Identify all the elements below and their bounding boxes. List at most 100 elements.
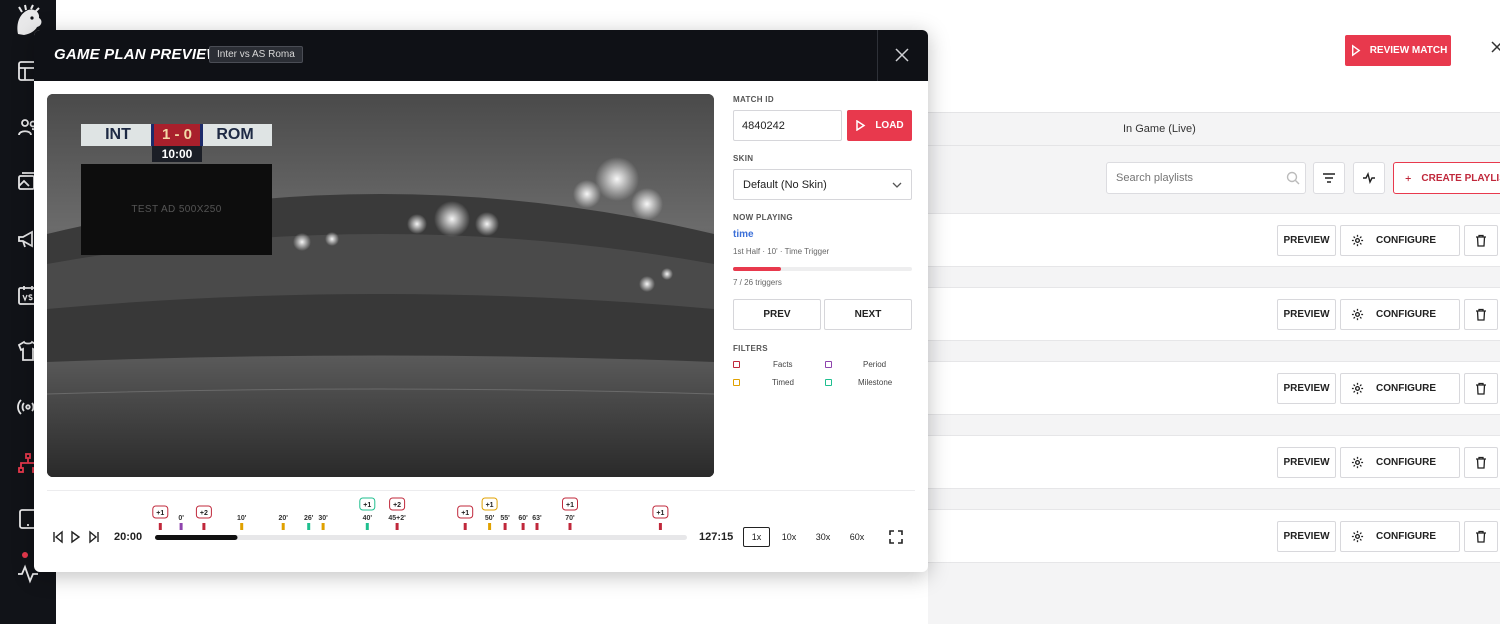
preview-button[interactable]: PREVIEW [1277, 299, 1336, 330]
modal-header: GAME PLAN PREVIEW Inter vs AS Roma [34, 30, 928, 81]
game-plan-preview-modal: GAME PLAN PREVIEW Inter vs AS Roma INT R… [34, 30, 928, 572]
trash-icon [1476, 234, 1486, 247]
configure-button[interactable]: CONFIGURE [1340, 521, 1460, 552]
preview-button[interactable]: PREVIEW [1277, 373, 1336, 404]
filter-milestone-label: Milestone [858, 378, 893, 387]
marker-minute-label: 60' [518, 515, 528, 522]
stadium-image [47, 94, 714, 477]
filters-label: FILTERS [733, 344, 768, 353]
timeline-marker[interactable] [365, 523, 369, 530]
skin-value: Default (No Skin) [743, 178, 827, 191]
delete-button[interactable] [1464, 299, 1498, 330]
timeline-marker[interactable] [179, 523, 183, 530]
filter-period-label: Period [863, 360, 887, 369]
review-match-label: REVIEW MATCH [1369, 45, 1448, 56]
notification-dot [22, 552, 28, 558]
speed-10x-button[interactable]: 10x [774, 527, 804, 547]
marker-minute-label: 63' [532, 515, 542, 522]
next-button[interactable]: NEXT [824, 299, 912, 330]
timeline-marker[interactable] [535, 523, 539, 530]
match-id-label: MATCH ID [733, 95, 774, 104]
score: 1 - 0 [151, 124, 203, 146]
configure-label: CONFIGURE [1376, 309, 1436, 320]
tab-in-game-live[interactable]: In Game (Live) [1123, 123, 1196, 135]
configure-label: CONFIGURE [1376, 383, 1436, 394]
delete-button[interactable] [1464, 447, 1498, 478]
create-playlist-button[interactable]: CREATE PLAYLIST [1393, 162, 1500, 194]
filter-timed-label: Timed [772, 378, 794, 387]
now-playing-name: time [733, 229, 754, 240]
marker-badge-count: +1 [486, 502, 494, 509]
load-button[interactable]: LOAD [847, 110, 912, 141]
match-badge: Inter vs AS Roma [209, 46, 303, 63]
speed-60x-button[interactable]: 60x [842, 527, 872, 547]
marker-badge-count: +1 [156, 510, 164, 517]
prev-button[interactable]: PREV [733, 299, 821, 330]
marker-minute-label: 55' [500, 515, 510, 522]
timeline-marker[interactable] [321, 523, 325, 530]
now-playing-meta: 1st Half · 10' · Time Trigger [733, 247, 830, 256]
skin-label: SKIN [733, 154, 754, 163]
timeline-marker[interactable] [395, 523, 399, 530]
gear-icon [1351, 382, 1364, 395]
delete-button[interactable] [1464, 373, 1498, 404]
timeline-marker[interactable] [307, 523, 311, 530]
marker-minute-label: 70' [565, 515, 575, 522]
gear-icon [1351, 456, 1364, 469]
timeline-marker[interactable] [658, 523, 662, 530]
filter-button[interactable] [1313, 162, 1345, 194]
video-preview[interactable]: INT ROM 1 - 0 10:00 TEST AD 500X250 [47, 94, 714, 477]
trigger-count: 7 / 26 triggers [733, 278, 782, 287]
chevron-down-icon [892, 182, 902, 188]
search-icon [1286, 171, 1300, 185]
trigger-progress-bar [733, 267, 912, 271]
now-playing-label: NOW PLAYING [733, 213, 793, 222]
timeline-marker[interactable] [202, 523, 206, 530]
preview-button[interactable]: PREVIEW [1277, 521, 1336, 552]
page-close-icon[interactable] [1490, 40, 1500, 54]
activity-button[interactable] [1353, 162, 1385, 194]
marker-minute-label: 30' [318, 515, 328, 522]
timeline-marker[interactable] [463, 523, 467, 530]
create-playlist-label: CREATE PLAYLIST [1421, 172, 1500, 184]
timeline-marker[interactable] [568, 523, 572, 530]
configure-label: CONFIGURE [1376, 457, 1436, 468]
delete-button[interactable] [1464, 521, 1498, 552]
skin-select[interactable]: Default (No Skin) [733, 169, 912, 200]
fullscreen-icon[interactable] [888, 529, 904, 545]
delete-button[interactable] [1464, 225, 1498, 256]
away-team: ROM [198, 124, 272, 146]
configure-button[interactable]: CONFIGURE [1340, 373, 1460, 404]
speed-1x-button[interactable]: 1x [743, 527, 770, 547]
search-playlists-input[interactable] [1106, 162, 1306, 194]
preview-button[interactable]: PREVIEW [1277, 225, 1336, 256]
filter-period-checkbox[interactable] [825, 361, 832, 368]
scorebug: INT ROM 1 - 0 10:00 [81, 124, 272, 162]
trash-icon [1476, 456, 1486, 469]
timeline-marker[interactable] [503, 523, 507, 530]
filter-timed-checkbox[interactable] [733, 379, 740, 386]
gear-icon [1351, 530, 1364, 543]
close-icon[interactable] [894, 47, 910, 63]
timeline-marker[interactable] [521, 523, 525, 530]
configure-button[interactable]: CONFIGURE [1340, 447, 1460, 478]
marker-badge-count: +2 [393, 502, 401, 509]
trash-icon [1476, 530, 1486, 543]
plus-icon [1405, 175, 1411, 181]
marker-minute-label: 26' [304, 515, 314, 522]
filter-milestone-checkbox[interactable] [825, 379, 832, 386]
timeline-marker[interactable] [158, 523, 162, 530]
speed-30x-button[interactable]: 30x [808, 527, 838, 547]
timeline-marker[interactable] [281, 523, 285, 530]
timeline-marker[interactable] [488, 523, 492, 530]
marker-badge-count: +2 [200, 510, 208, 517]
review-match-button[interactable]: REVIEW MATCH [1345, 35, 1451, 66]
filter-facts-checkbox[interactable] [733, 361, 740, 368]
preview-button[interactable]: PREVIEW [1277, 447, 1336, 478]
match-id-input[interactable] [733, 110, 842, 141]
timeline-marker[interactable] [240, 523, 244, 530]
marker-badge-count: +1 [656, 510, 664, 517]
marker-minute-label: 20' [278, 515, 288, 522]
configure-button[interactable]: CONFIGURE [1340, 299, 1460, 330]
configure-button[interactable]: CONFIGURE [1340, 225, 1460, 256]
